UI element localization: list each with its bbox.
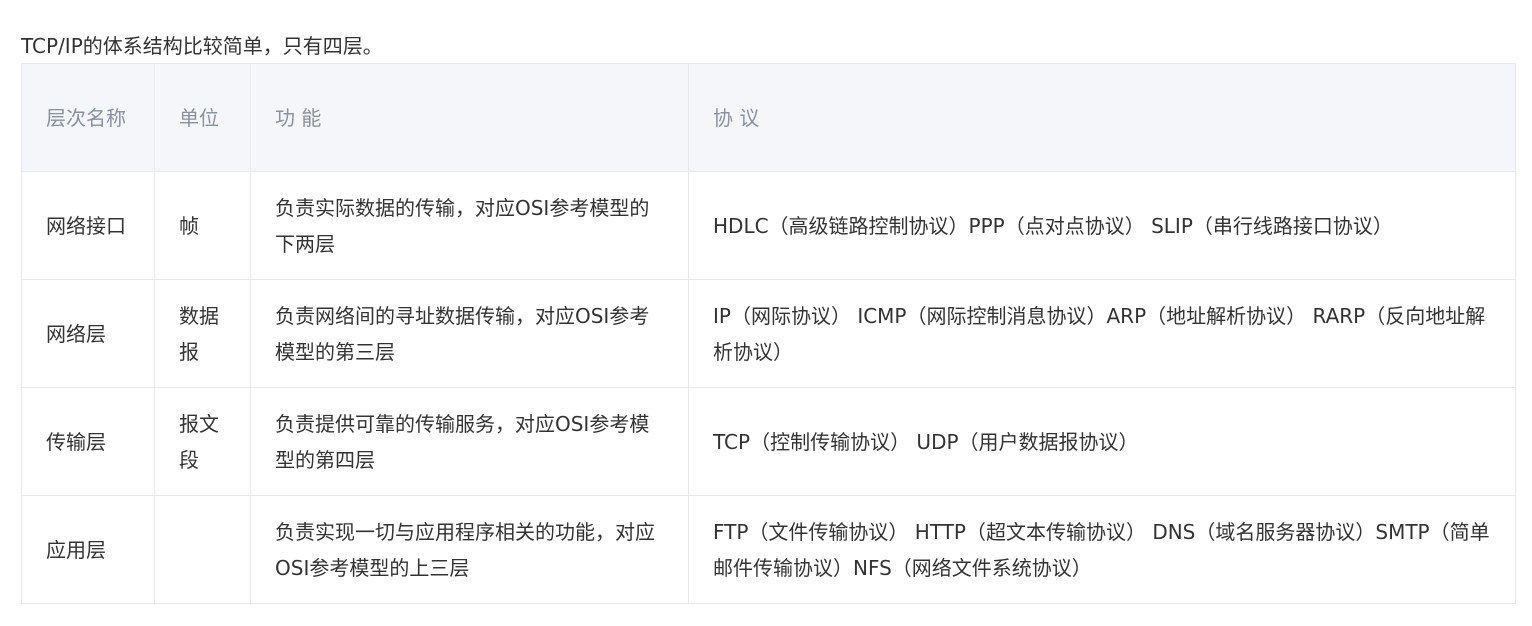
cell-protocols: FTP（文件传输协议） HTTP（超文本传输协议） DNS（域名服务器协议）SM… bbox=[688, 495, 1516, 604]
header-unit: 单位 bbox=[154, 63, 251, 172]
table-body: 网络接口 帧 负责实际数据的传输，对应OSI参考模型的下两层 HDLC（高级链路… bbox=[21, 171, 1516, 604]
cell-unit: 帧 bbox=[154, 171, 251, 280]
header-layer-name: 层次名称 bbox=[21, 63, 155, 172]
header-function: 功 能 bbox=[250, 63, 689, 172]
tcp-ip-layers-table: 层次名称 单位 功 能 协 议 网络接口 帧 负责实际数据的传输，对应OSI参考… bbox=[21, 63, 1516, 604]
cell-function: 负责提供可靠的传输服务，对应OSI参考模型的第四层 bbox=[250, 387, 689, 496]
cell-function: 负责网络间的寻址数据传输，对应OSI参考模型的第三层 bbox=[250, 279, 689, 388]
cell-protocols: IP（网际协议） ICMP（网际控制消息协议）ARP（地址解析协议） RARP（… bbox=[688, 279, 1516, 388]
cell-layer-name: 应用层 bbox=[21, 495, 155, 604]
table-row: 应用层 负责实现一切与应用程序相关的功能，对应OSI参考模型的上三层 FTP（文… bbox=[21, 495, 1516, 604]
table-row: 传输层 报文段 负责提供可靠的传输服务，对应OSI参考模型的第四层 TCP（控制… bbox=[21, 387, 1516, 496]
cell-unit: 数据报 bbox=[154, 279, 251, 388]
header-protocol: 协 议 bbox=[688, 63, 1516, 172]
intro-text: TCP/IP的体系结构比较简单，只有四层。 bbox=[21, 34, 383, 58]
table-row: 网络接口 帧 负责实际数据的传输，对应OSI参考模型的下两层 HDLC（高级链路… bbox=[21, 171, 1516, 280]
header-row: 层次名称 单位 功 能 协 议 bbox=[21, 63, 1516, 172]
table-header: 层次名称 单位 功 能 协 议 bbox=[21, 63, 1516, 172]
cell-protocols: HDLC（高级链路控制协议）PPP（点对点协议） SLIP（串行线路接口协议） bbox=[688, 171, 1516, 280]
cell-unit: 报文段 bbox=[154, 387, 251, 496]
cell-layer-name: 网络接口 bbox=[21, 171, 155, 280]
cell-function: 负责实际数据的传输，对应OSI参考模型的下两层 bbox=[250, 171, 689, 280]
cell-layer-name: 传输层 bbox=[21, 387, 155, 496]
cell-function: 负责实现一切与应用程序相关的功能，对应OSI参考模型的上三层 bbox=[250, 495, 689, 604]
cell-unit bbox=[154, 495, 251, 604]
cell-layer-name: 网络层 bbox=[21, 279, 155, 388]
table-row: 网络层 数据报 负责网络间的寻址数据传输，对应OSI参考模型的第三层 IP（网际… bbox=[21, 279, 1516, 388]
cell-protocols: TCP（控制传输协议） UDP（用户数据报协议） bbox=[688, 387, 1516, 496]
